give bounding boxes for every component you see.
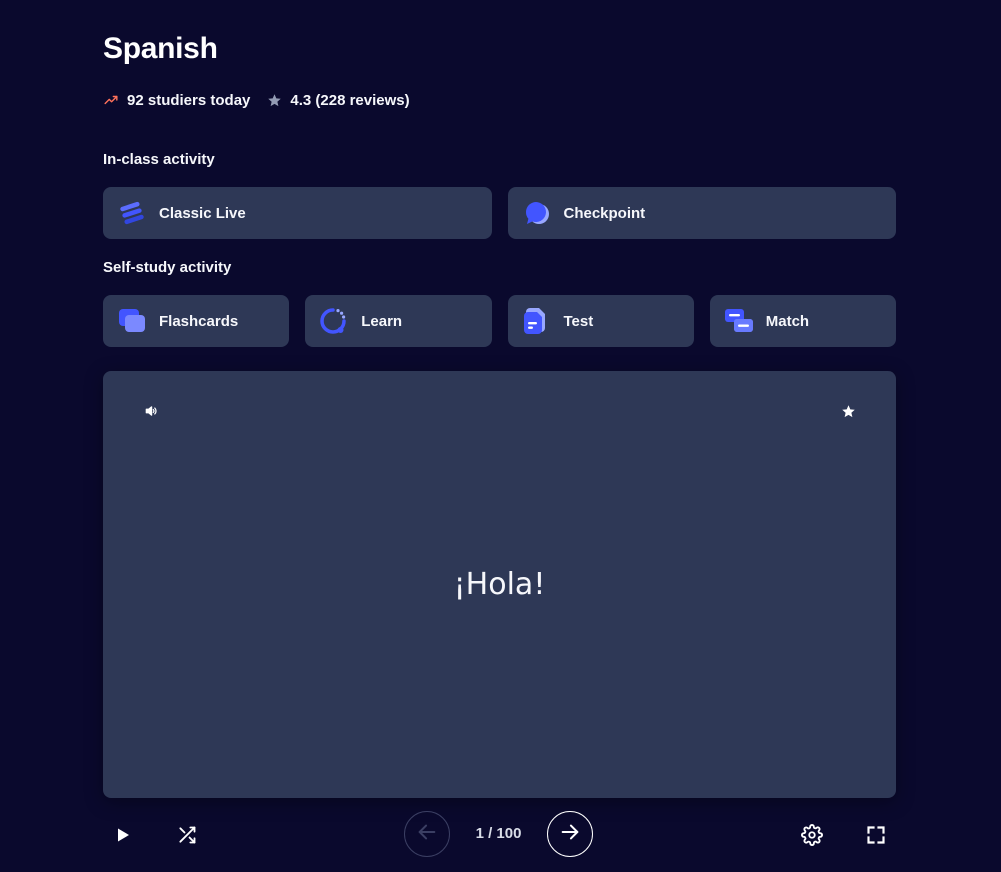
learn-button[interactable]: Learn xyxy=(305,295,492,347)
classic-live-label: Classic Live xyxy=(159,204,246,222)
shuffle-icon[interactable] xyxy=(167,815,207,855)
favorite-star-icon[interactable] xyxy=(840,403,856,419)
speaker-icon[interactable] xyxy=(143,403,159,419)
flashcards-icon xyxy=(117,306,147,336)
checkpoint-button[interactable]: Checkpoint xyxy=(507,187,896,239)
studiers-stat: 92 studiers today xyxy=(103,92,250,109)
test-label: Test xyxy=(563,312,594,330)
checkpoint-label: Checkpoint xyxy=(563,204,646,222)
self-study-label: Self-study activity xyxy=(103,259,232,276)
learn-label: Learn xyxy=(361,312,403,330)
set-stats: 92 studiers today 4.3 (228 reviews) xyxy=(103,89,410,111)
in-class-activities: Classic Live Checkpoint xyxy=(103,187,896,239)
fullscreen-icon[interactable] xyxy=(856,815,896,855)
flashcard-term: ¡Hola! xyxy=(453,567,546,602)
studiers-count: 92 studiers today xyxy=(127,91,251,109)
star-icon xyxy=(266,92,282,108)
arrow-left-icon xyxy=(416,821,438,848)
self-study-activities: Flashcards Learn Test Match xyxy=(103,295,896,347)
classic-live-button[interactable]: Classic Live xyxy=(103,187,492,239)
flashcards-button[interactable]: Flashcards xyxy=(103,295,290,347)
test-icon xyxy=(522,306,552,336)
rating-stat[interactable]: 4.3 (228 reviews) xyxy=(266,91,410,109)
arrow-right-icon xyxy=(559,821,581,848)
settings-gear-icon[interactable] xyxy=(792,815,832,855)
match-icon xyxy=(724,306,754,336)
trending-up-icon xyxy=(103,92,119,108)
flashcard-controls: 1 / 100 xyxy=(103,811,896,859)
page-title: Spanish xyxy=(103,32,218,65)
flashcards-label: Flashcards xyxy=(159,312,239,330)
card-counter: 1 / 100 xyxy=(475,825,522,842)
classic-live-icon xyxy=(117,198,147,228)
match-button[interactable]: Match xyxy=(709,295,896,347)
test-button[interactable]: Test xyxy=(507,295,694,347)
checkpoint-icon xyxy=(522,198,552,228)
play-icon[interactable] xyxy=(103,815,143,855)
flashcard[interactable]: ¡Hola! xyxy=(103,371,896,798)
next-card-button[interactable] xyxy=(547,811,593,857)
previous-card-button[interactable] xyxy=(404,811,450,857)
in-class-label: In-class activity xyxy=(103,151,215,168)
learn-icon xyxy=(319,306,349,336)
rating-value: 4.3 (228 reviews) xyxy=(290,91,410,109)
match-label: Match xyxy=(765,312,810,330)
